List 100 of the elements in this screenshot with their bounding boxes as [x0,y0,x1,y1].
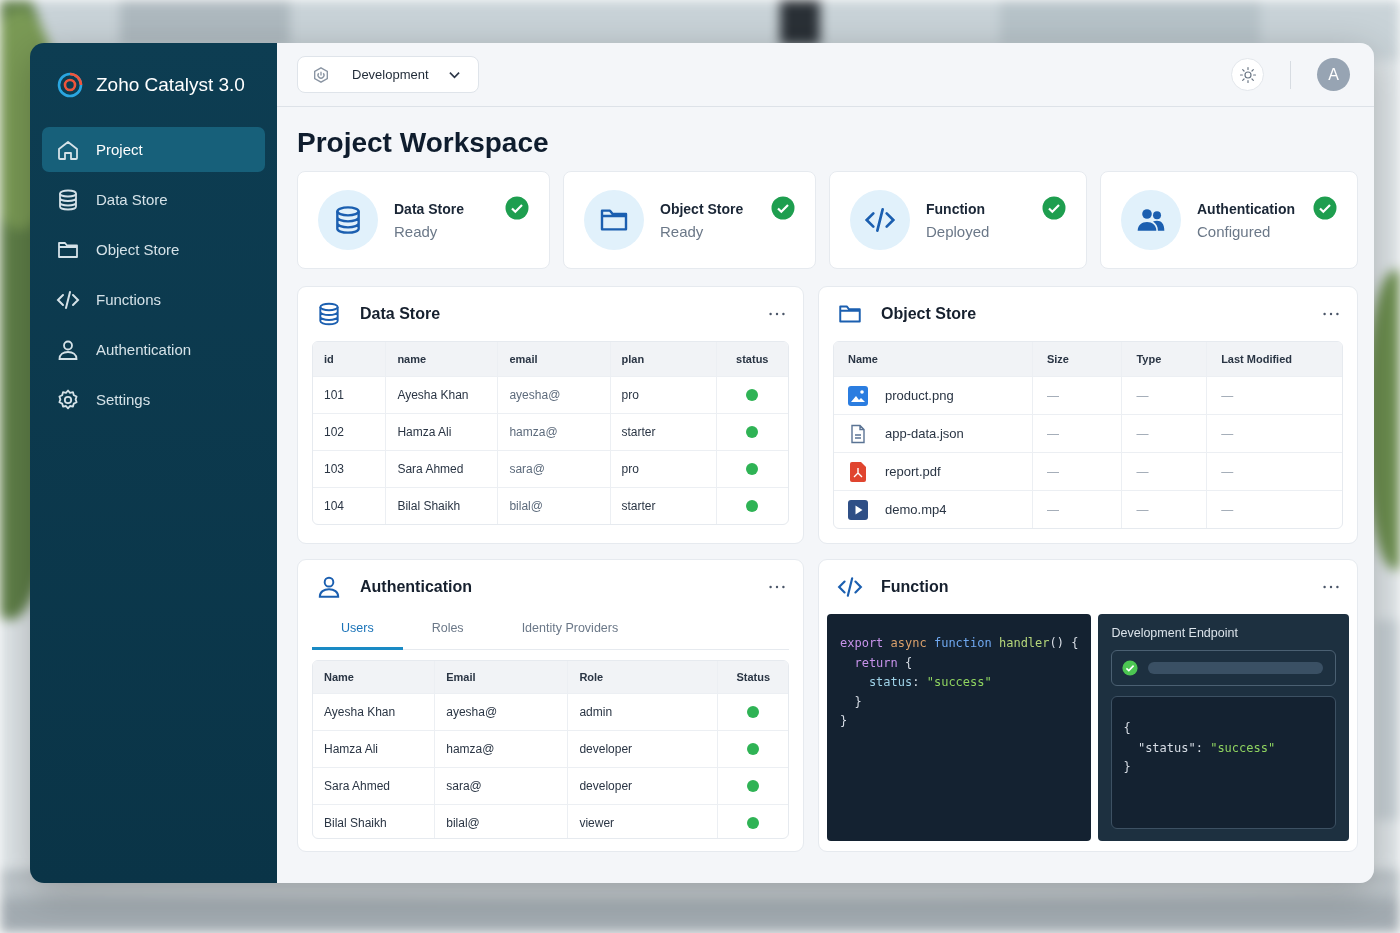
table-cell: — [1121,453,1207,490]
more-icon[interactable] [1323,585,1339,589]
page-title: Project Workspace [297,127,550,159]
table-cell: — [1206,415,1342,452]
theme-toggle[interactable] [1231,58,1264,91]
app-name: Zoho Catalyst 3.0 [96,74,245,96]
column-header: id [323,352,335,367]
table-cell: — [1206,491,1342,528]
settings-icon [56,387,80,412]
table-cell: starter [609,414,716,450]
url-field[interactable] [1111,650,1336,686]
file-name[interactable]: demo.mp4 [885,502,947,517]
table-cell-text: 101 [323,387,346,404]
sidebar-item[interactable]: Object Store [42,227,265,272]
file-name[interactable]: app-data.json [885,426,964,441]
tab[interactable]: Roles [402,613,493,651]
column-header: Email [434,661,568,694]
column-header: Size [1031,342,1122,376]
table-cell: — [1121,491,1207,528]
table-cell: Bilal Shaikh [385,488,498,524]
code-icon [837,574,863,600]
table-cell: developer [567,768,718,805]
sidebar-item[interactable]: Project [42,127,265,172]
code-line: export async function handler() { [840,635,1079,652]
column-header: Name [847,352,879,367]
endpoint-title: Development Endpoint [1111,626,1239,640]
document-icon [848,423,868,444]
sidebar-item[interactable]: Data Store [42,177,265,222]
table-cell: — [1121,415,1207,452]
table-cell: pro [609,377,716,413]
table-cell-text: 103 [323,461,346,478]
column-header: plan [609,342,716,376]
card-status: Configured [1197,222,1272,240]
code-line: return { [853,654,914,672]
table-cell: hamza@ [497,414,610,450]
database-icon [316,301,342,327]
sidebar-item[interactable]: Settings [42,377,265,422]
caret-icon [448,70,460,79]
table-cell: — [1031,377,1122,414]
table-cell: ayesha@ [434,694,568,731]
logo-icon [56,71,84,99]
table-cell: bilal@ [497,488,610,524]
table-cell: — [1206,377,1342,414]
card-title: Object Store [660,200,745,217]
environment-icon [312,65,330,84]
table-cell: Hamza Ali [385,414,498,450]
table-cell: starter [609,488,716,524]
table-cell: hamza@ [434,731,568,768]
code-line: } [853,693,863,711]
code-line: "status": "success" [1136,739,1277,757]
table-cell: Ayesha Khan [385,377,498,413]
video-file-icon [848,499,868,520]
column-header: Status [717,661,788,694]
code-line: } [1123,759,1132,776]
table-cell: — [1121,377,1207,414]
card-title: Authentication [1197,200,1296,217]
file-name[interactable]: report.pdf [885,464,941,479]
column-header: status [715,342,788,376]
sun-icon [1238,65,1257,84]
card-title: Data Store [394,200,466,217]
column-header: Name [323,670,355,686]
table-cell: admin [567,694,718,731]
column-header: Type [1121,342,1207,376]
pdf-file-icon [848,461,868,482]
panel-title: Authentication [360,577,473,596]
table-cell: viewer [567,805,718,838]
more-icon[interactable] [769,584,785,589]
code-line: } [840,713,849,730]
table-cell: bilal@ [434,805,568,838]
card-title: Function [926,200,987,217]
column-header: email [497,342,610,376]
code-line: { [1123,720,1132,737]
column-header: name [385,342,498,376]
table-cell-text: Bilal Shaikh [323,815,388,833]
more-icon[interactable] [769,312,785,316]
table-cell: sara@ [497,451,610,487]
table-cell: — [1206,453,1342,490]
table-cell: Sara Ahmed [385,451,498,487]
table-cell: — [1031,453,1122,490]
table-cell-text: Hamza Ali [323,741,380,759]
more-icon[interactable] [1323,312,1339,316]
sidebar-item[interactable]: Authentication [42,327,265,372]
table-cell-text: Sara Ahmed [323,778,392,796]
column-header: Role [567,661,718,694]
file-name[interactable]: product.png [885,388,954,403]
tab[interactable]: Users [312,613,403,651]
sidebar-item[interactable]: Functions [42,277,265,322]
card-status: Ready [394,222,439,240]
environment-dropdown[interactable]: Development [297,56,479,93]
column-header: Last Modified [1206,342,1342,376]
table-cell: pro [609,451,716,487]
table-cell: developer [567,731,718,768]
table-cell-text: 104 [323,498,346,515]
table-cell: — [1031,491,1122,528]
card-status: Ready [660,222,705,240]
database-icon [56,187,80,212]
tab[interactable]: Identity Providers [492,613,648,651]
card-status: Deployed [926,222,991,240]
image-file-icon [848,385,868,406]
panel-title: Object Store [881,305,978,323]
